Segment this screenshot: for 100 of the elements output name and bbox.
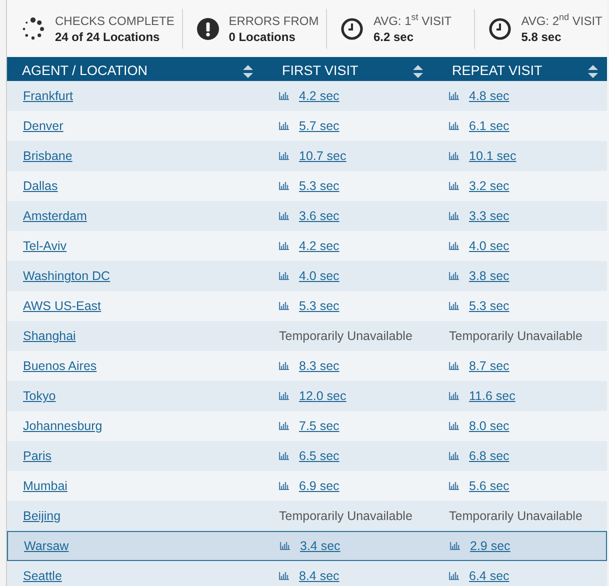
- timing-link[interactable]: 5.3 sec: [469, 296, 510, 316]
- bar-chart-icon[interactable]: [279, 362, 289, 370]
- timing-link[interactable]: 10.7 sec: [299, 146, 346, 166]
- timing-link[interactable]: 5.3 sec: [299, 176, 340, 196]
- bar-chart-icon[interactable]: [279, 422, 289, 430]
- timing-link[interactable]: 5.7 sec: [299, 116, 340, 136]
- bar-chart-icon[interactable]: [279, 452, 289, 460]
- location-link[interactable]: Tokyo: [23, 389, 56, 403]
- column-header[interactable]: REPEAT VISIT: [452, 61, 542, 82]
- location-link[interactable]: AWS US-East: [23, 299, 102, 313]
- location-link[interactable]: Mumbai: [23, 479, 68, 493]
- bar-chart-icon[interactable]: [279, 212, 289, 220]
- location-link[interactable]: Warsaw: [24, 539, 69, 553]
- timing-link[interactable]: 11.6 sec: [469, 386, 516, 406]
- table-row[interactable]: Tokyo 12.0 sec 11.6 sec: [7, 381, 607, 411]
- bar-chart-icon[interactable]: [279, 92, 289, 100]
- bar-chart-icon[interactable]: [449, 242, 459, 250]
- timing-link[interactable]: 3.3 sec: [469, 206, 510, 226]
- timing-link[interactable]: 6.8 sec: [469, 446, 510, 466]
- bar-chart-icon[interactable]: [279, 482, 289, 490]
- bar-chart-icon[interactable]: [449, 572, 459, 580]
- table-row[interactable]: Tel-Aviv 4.2 sec 4.0 sec: [7, 231, 607, 261]
- bar-chart-icon[interactable]: [449, 272, 459, 280]
- timing-link[interactable]: 4.0 sec: [469, 236, 510, 256]
- timing-link[interactable]: 5.3 sec: [299, 296, 340, 316]
- timing-link[interactable]: 4.2 sec: [299, 86, 340, 106]
- timing-link[interactable]: 6.5 sec: [299, 446, 340, 466]
- bar-chart-icon[interactable]: [279, 392, 289, 400]
- bar-chart-icon[interactable]: [279, 152, 289, 160]
- column-header[interactable]: FIRST VISIT: [282, 61, 358, 82]
- timing-link[interactable]: 5.6 sec: [469, 476, 510, 496]
- table-row[interactable]: AWS US-East 5.3 sec 5.3 sec: [7, 291, 607, 321]
- timing-link[interactable]: 10.1 sec: [469, 146, 516, 166]
- table-row[interactable]: Mumbai 6.9 sec 5.6 sec: [7, 471, 607, 501]
- timing-link[interactable]: 4.2 sec: [299, 236, 340, 256]
- location-link[interactable]: Seattle: [23, 569, 62, 583]
- bar-chart-icon[interactable]: [449, 482, 459, 490]
- timing-link[interactable]: 2.9 sec: [470, 536, 510, 556]
- location-link[interactable]: Washington DC: [23, 269, 110, 283]
- timing-link[interactable]: 8.0 sec: [469, 416, 510, 436]
- bar-chart-icon[interactable]: [280, 542, 290, 550]
- location-link[interactable]: Frankfurt: [23, 89, 74, 103]
- location-link[interactable]: Tel-Aviv: [23, 239, 67, 253]
- bar-chart-icon[interactable]: [449, 152, 459, 160]
- bar-chart-icon[interactable]: [449, 212, 459, 220]
- bar-chart-icon[interactable]: [279, 302, 289, 310]
- bar-chart-icon[interactable]: [449, 92, 459, 100]
- location-link[interactable]: Paris: [23, 449, 52, 463]
- timing-link[interactable]: 6.1 sec: [469, 116, 510, 136]
- table-row[interactable]: Shanghai Temporarily Unavailable Temporarily Unavailable: [7, 321, 607, 351]
- timing-link[interactable]: 3.8 sec: [469, 266, 510, 286]
- table-row[interactable]: Washington DC 4.0 sec 3.8 sec: [7, 261, 607, 291]
- column-header[interactable]: AGENT / LOCATION: [22, 61, 148, 82]
- table-row[interactable]: Beijing Temporarily Unavailable Temporarily Unavailable: [7, 501, 607, 531]
- table-row[interactable]: Seattle 8.4 sec 6.4 sec: [7, 561, 607, 586]
- timing-link[interactable]: 6.4 sec: [469, 566, 510, 586]
- timing-link[interactable]: 3.6 sec: [299, 206, 340, 226]
- location-link[interactable]: Johannesburg: [23, 419, 102, 433]
- bar-chart-icon[interactable]: [449, 392, 459, 400]
- bar-chart-icon[interactable]: [279, 272, 289, 280]
- table-row[interactable]: Paris 6.5 sec 6.8 sec: [7, 441, 607, 471]
- sort-icon[interactable]: [588, 65, 598, 78]
- location-link[interactable]: Buenos Aires: [23, 359, 97, 373]
- bar-chart-icon[interactable]: [450, 542, 460, 550]
- location-link[interactable]: Denver: [23, 119, 64, 133]
- bar-chart-icon[interactable]: [279, 242, 289, 250]
- bar-chart-icon[interactable]: [449, 422, 459, 430]
- location-link[interactable]: Brisbane: [23, 149, 72, 163]
- timing-link[interactable]: 3.4 sec: [300, 536, 340, 556]
- table-row[interactable]: Buenos Aires 8.3 sec 8.7 sec: [7, 351, 607, 381]
- timing-link[interactable]: 6.9 sec: [299, 476, 340, 496]
- timing-link[interactable]: 8.7 sec: [469, 356, 510, 376]
- bar-chart-icon[interactable]: [449, 182, 459, 190]
- timing-link[interactable]: 4.0 sec: [299, 266, 340, 286]
- sort-icon[interactable]: [413, 65, 423, 78]
- table-row[interactable]: Denver 5.7 sec 6.1 sec: [7, 111, 607, 141]
- timing-link[interactable]: 12.0 sec: [299, 386, 346, 406]
- timing-link[interactable]: 7.5 sec: [299, 416, 340, 436]
- sort-icon[interactable]: [243, 65, 253, 78]
- location-link[interactable]: Shanghai: [23, 329, 76, 343]
- table-row[interactable]: Brisbane 10.7 sec 10.1 sec: [7, 141, 607, 171]
- bar-chart-icon[interactable]: [449, 302, 459, 310]
- timing-link[interactable]: 8.3 sec: [299, 356, 340, 376]
- bar-chart-icon[interactable]: [279, 572, 289, 580]
- location-link[interactable]: Dallas: [23, 179, 58, 193]
- bar-chart-icon[interactable]: [279, 122, 289, 130]
- table-row[interactable]: Frankfurt 4.2 sec 4.8 sec: [7, 81, 607, 111]
- selected-table-row[interactable]: Warsaw 3.4 sec 2.9 sec: [7, 531, 607, 561]
- location-link[interactable]: Amsterdam: [23, 209, 87, 223]
- table-row[interactable]: Dallas 5.3 sec 3.2 sec: [7, 171, 607, 201]
- bar-chart-icon[interactable]: [449, 122, 459, 130]
- bar-chart-icon[interactable]: [279, 182, 289, 190]
- timing-link[interactable]: 8.4 sec: [299, 566, 340, 586]
- timing-link[interactable]: 4.8 sec: [469, 86, 510, 106]
- timing-link[interactable]: 3.2 sec: [469, 176, 510, 196]
- table-row[interactable]: Johannesburg 7.5 sec 8.0 sec: [7, 411, 607, 441]
- bar-chart-icon[interactable]: [449, 362, 459, 370]
- table-row[interactable]: Amsterdam 3.6 sec 3.3 sec: [7, 201, 607, 231]
- location-link[interactable]: Beijing: [23, 509, 61, 523]
- bar-chart-icon[interactable]: [449, 452, 459, 460]
